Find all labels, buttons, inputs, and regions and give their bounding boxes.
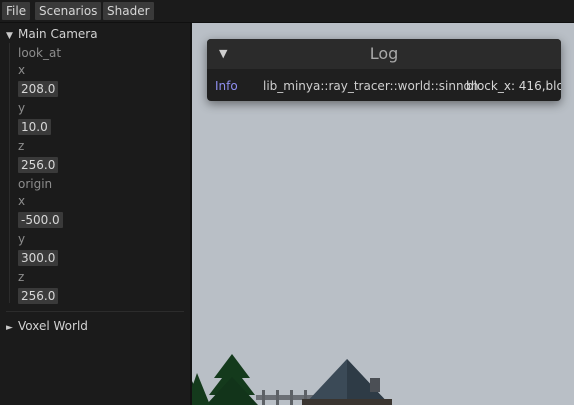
house-roof-shade [347,359,390,405]
chimney [370,378,380,392]
menu-file[interactable]: File [2,2,31,20]
fence-post [290,390,293,405]
log-entry: Info lib_minya::ray_tracer::world::sinno… [207,77,561,95]
look-at-y-input[interactable]: 10.0 [18,119,51,135]
log-window[interactable]: ▼ Log Info lib_minya::ray_tracer::world:… [207,39,561,101]
fence-post [276,390,279,405]
section-divider [6,311,184,312]
fence-post [262,390,265,405]
origin-z-input[interactable]: 256.0 [18,288,59,304]
pine-tree [192,373,210,405]
tree-indent-line [9,43,10,303]
log-message: block_x: 416,block [466,79,561,93]
menu-shader[interactable]: Shader [103,2,154,20]
voxel-world-label: Voxel World [18,319,88,333]
origin-z-label: z [18,270,25,284]
voxel-world-header[interactable]: ► Voxel World [6,317,88,335]
look-at-label: look_at [18,46,62,60]
log-title: Log [369,44,399,63]
look-at-y-label: y [18,101,26,115]
log-title-bar[interactable]: ▼ Log [207,39,561,69]
main-camera-label: Main Camera [18,27,98,41]
origin-y-label: y [18,232,26,246]
menu-scenarios[interactable]: Scenarios [35,2,102,20]
triangle-right-icon: ► [6,323,13,333]
log-target: lib_minya::ray_tracer::world::sinnoh [263,79,479,93]
origin-x-label: x [18,194,26,208]
look-at-z-input[interactable]: 256.0 [18,157,59,173]
ground [302,399,392,405]
origin-x-input[interactable]: -500.0 [18,212,63,228]
triangle-down-icon: ▼ [6,31,13,41]
look-at-x-input[interactable]: 208.0 [18,81,59,97]
main-camera-header[interactable]: ▼ Main Camera [6,25,98,43]
log-level: Info [215,79,238,93]
origin-label: origin [18,177,53,191]
look-at-x-label: x [18,63,26,77]
look-at-z-label: z [18,139,25,153]
origin-y-input[interactable]: 300.0 [18,250,59,266]
menu-bar: File Scenarios Shader [0,0,574,23]
